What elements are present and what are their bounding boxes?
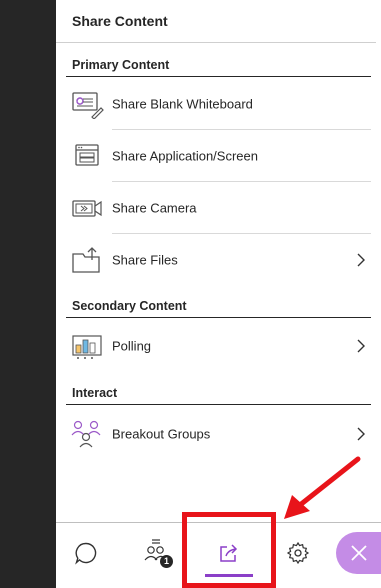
files-icon [70,245,104,275]
breakout-groups-item[interactable]: Breakout Groups [66,408,371,460]
share-camera-item[interactable]: Share Camera [66,182,371,234]
chevron-right-icon [355,338,367,354]
annotation-highlight-box [182,512,276,588]
polling-label: Polling [112,338,152,354]
camera-icon [70,193,104,223]
section-header-interact: Interact [72,386,118,400]
breakout-groups-label: Breakout Groups [112,426,211,442]
section-header-primary: Primary Content [72,58,170,72]
share-application-screen-label: Share Application/Screen [112,148,258,164]
tab-settings[interactable] [270,523,326,583]
section-divider-interact [66,404,371,405]
chat-icon [75,542,97,565]
section-divider-primary [66,76,371,77]
close-icon [351,545,367,561]
tab-attendees[interactable]: 1 [128,523,184,583]
attendee-count-badge: 1 [160,555,173,568]
section-divider-secondary [66,317,371,318]
chevron-right-icon [355,252,367,268]
breakout-groups-icon [70,419,104,449]
header-divider [56,42,376,43]
share-application-screen-item[interactable]: Share Application/Screen [66,130,371,182]
share-blank-whiteboard-label: Share Blank Whiteboard [112,96,253,112]
share-files-label: Share Files [112,252,178,268]
panel-title: Share Content [72,13,168,29]
gear-icon [286,541,310,565]
share-camera-label: Share Camera [112,200,197,216]
section-header-secondary: Secondary Content [72,299,187,313]
polling-icon [70,331,104,361]
annotation-arrow-icon [284,456,361,519]
left-dark-sidebar [0,0,56,588]
chevron-right-icon [355,426,367,442]
whiteboard-icon [70,89,104,120]
polling-item[interactable]: Polling [66,320,371,372]
close-button[interactable] [336,532,381,574]
tab-chat[interactable] [58,523,114,583]
screen-share-icon [70,141,104,171]
share-files-item[interactable]: Share Files [66,234,371,286]
share-blank-whiteboard-item[interactable]: Share Blank Whiteboard [66,78,371,130]
